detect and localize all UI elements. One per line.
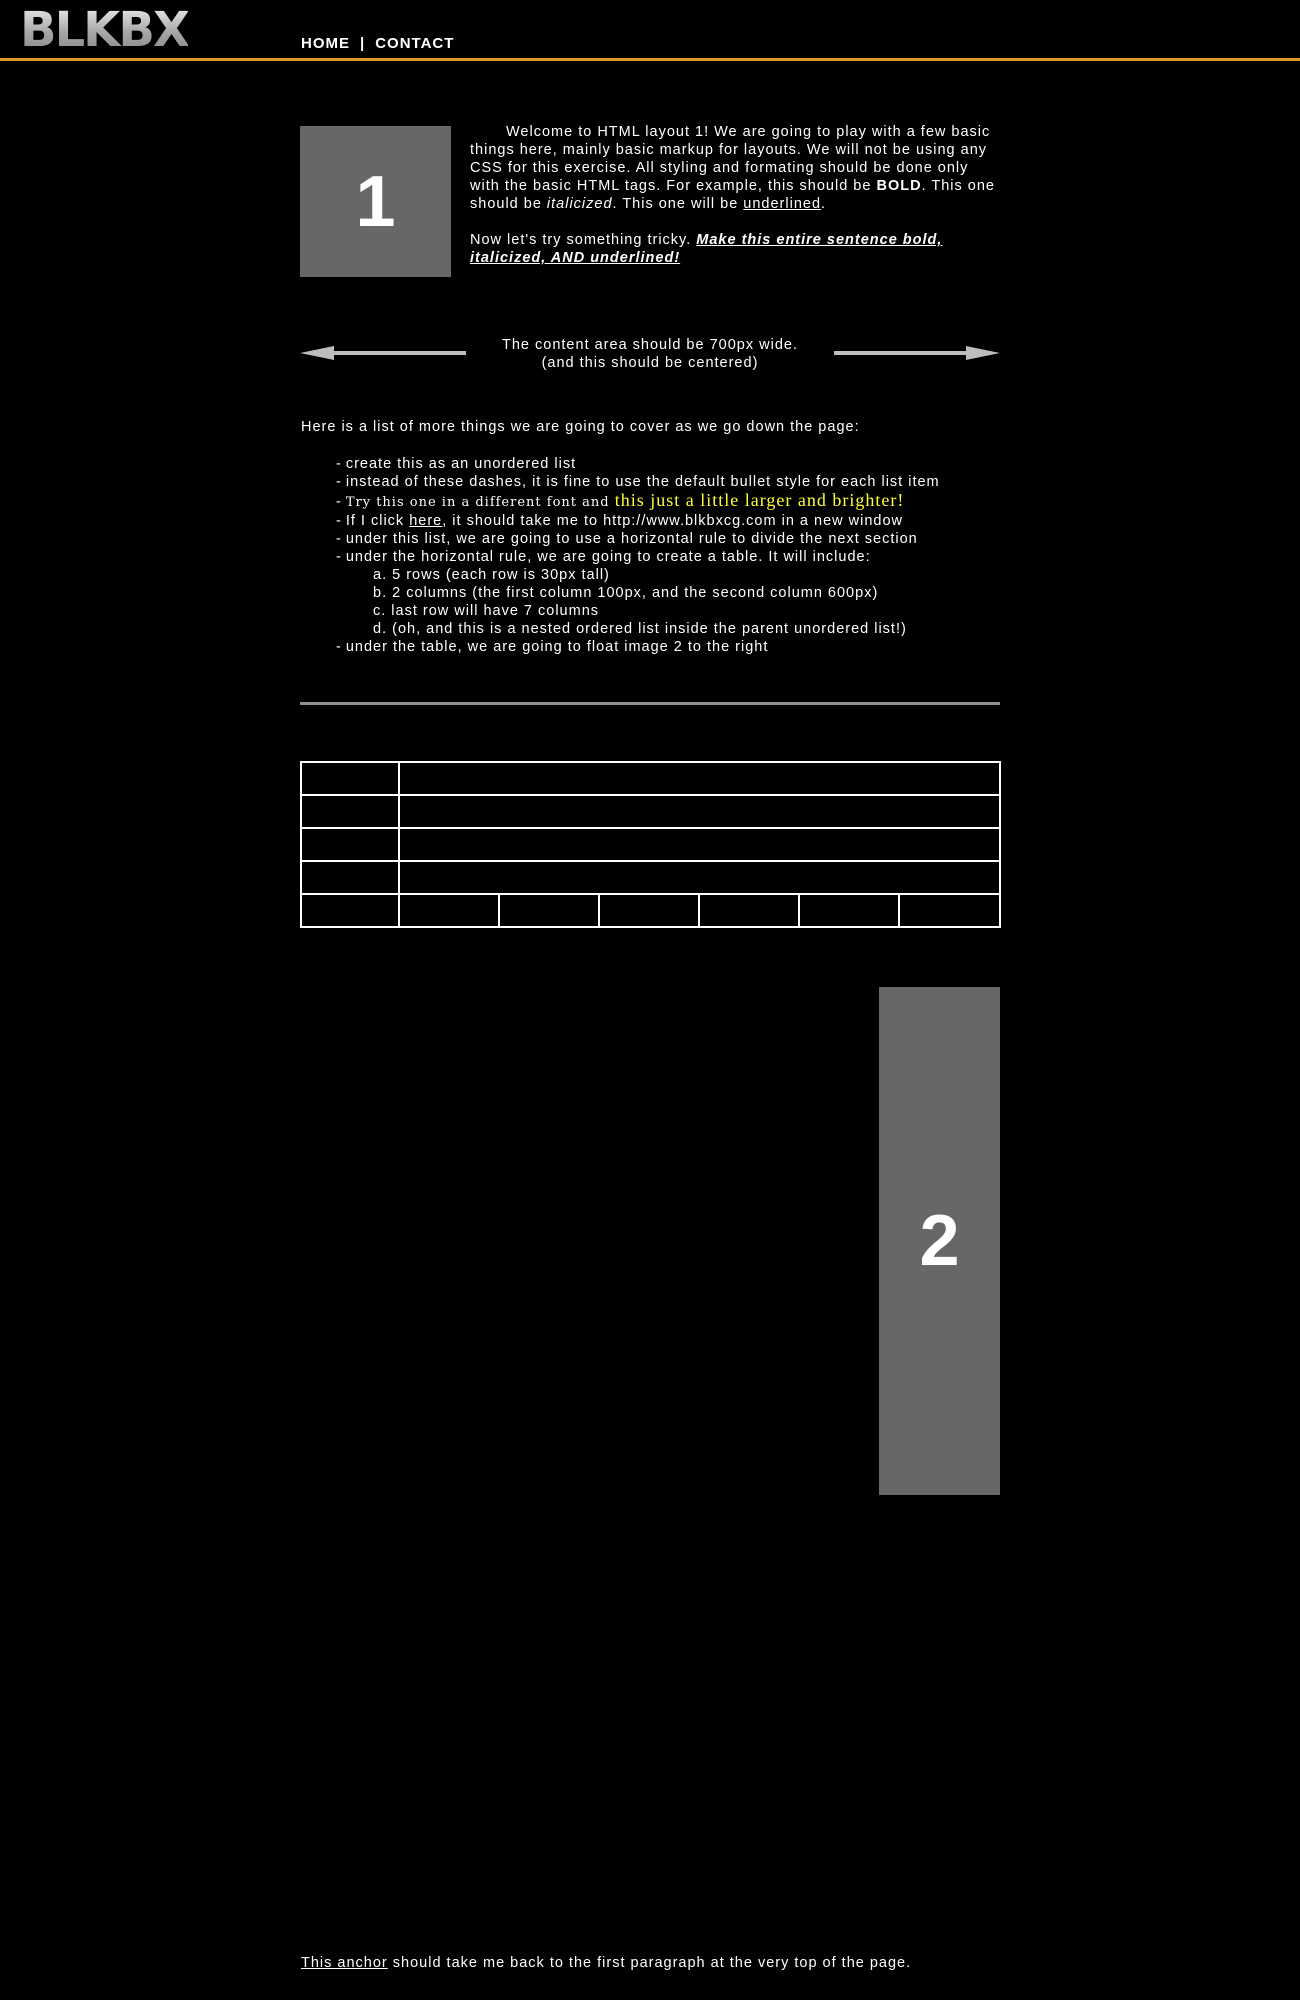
- list-dash: -: [336, 494, 342, 510]
- nested-list-item: d. (oh, and this is a nested ordered lis…: [373, 621, 907, 637]
- table-cell: [300, 761, 400, 796]
- nav-separator: |: [360, 35, 366, 52]
- list-dash: -: [336, 513, 342, 529]
- horizontal-rule: [300, 702, 1000, 705]
- arrow-left-icon: [300, 346, 466, 360]
- list-item: - under the table, we are going to float …: [336, 638, 940, 656]
- table-cell: [598, 893, 700, 928]
- table-cell: [397, 827, 1002, 862]
- list-dash: -: [336, 474, 342, 490]
- image-1-placeholder: 1: [300, 126, 451, 277]
- list-dash: -: [336, 639, 342, 655]
- bold-text: BOLD: [876, 178, 922, 194]
- table-cell: [397, 860, 1002, 895]
- list-item-text: under the table, we are going to float i…: [345, 639, 769, 655]
- top-anchor-link[interactable]: This anchor: [301, 1955, 388, 1971]
- width-note-line-2: (and this should be centered): [541, 355, 759, 371]
- underlined-text: underlined: [743, 196, 822, 212]
- table-cell: [300, 860, 400, 895]
- content-width-note: The content area should be 700px wide. (…: [466, 336, 834, 372]
- list-item: - If I click here, it should take me to h…: [336, 512, 940, 530]
- different-font-text: Try this one in a different font and: [345, 495, 615, 510]
- blkbx-logo[interactable]: BLKBX: [20, 6, 190, 54]
- arrow-right-icon: [834, 346, 1000, 360]
- nested-list-item: c. last row will have 7 columns: [373, 603, 600, 619]
- tricky-paragraph: Now let's try something tricky. Make thi…: [470, 231, 1000, 267]
- tricky-lead: Now let's try something tricky.: [470, 232, 697, 248]
- table-row: [300, 761, 1002, 796]
- table-cell: [398, 893, 500, 928]
- footer-note: This anchor should take me back to the f…: [301, 1955, 911, 1971]
- table-row: [300, 794, 1002, 829]
- list-item: - Try this one in a different font and th…: [336, 491, 940, 512]
- table-cell: [300, 794, 400, 829]
- table-cell: [397, 794, 1002, 829]
- list-item: - create this as an unordered list: [336, 455, 940, 473]
- width-note-line-1: The content area should be 700px wide.: [502, 337, 798, 353]
- list-item: - under this list, we are going to use a …: [336, 530, 940, 548]
- nested-list-item: b. 2 columns (the first column 100px, an…: [373, 585, 879, 601]
- italic-text: italicized: [546, 196, 613, 212]
- table-cell: [300, 827, 400, 862]
- site-header: BLKBX HOME | CONTACT: [0, 0, 1300, 61]
- table-cell: [397, 761, 1002, 796]
- nested-ordered-list: a. 5 rows (each row is 30px tall) b. 2 c…: [336, 566, 940, 638]
- here-link[interactable]: here: [409, 513, 442, 529]
- nav-home-link[interactable]: HOME: [301, 35, 350, 52]
- footer-text: should take me back to the first paragra…: [387, 1955, 912, 1971]
- list-item: - instead of these dashes, it is fine to …: [336, 473, 940, 491]
- list-item-text: , it should take me to http://www.blkbxc…: [442, 513, 903, 529]
- topics-list: - create this as an unordered list - inste…: [336, 455, 940, 656]
- intro-text-4: .: [821, 196, 827, 212]
- table-cell: [897, 893, 1002, 928]
- table-cell: [798, 893, 900, 928]
- nav-contact-link[interactable]: CONTACT: [375, 35, 454, 52]
- list-item-text: If I click: [345, 513, 410, 529]
- table-cell: [300, 893, 400, 928]
- intro-text: Welcome to HTML layout 1! We are going t…: [470, 123, 1000, 267]
- list-item-text: under this list, we are going to use a h…: [345, 531, 918, 547]
- image-2-placeholder: 2: [879, 987, 1000, 1495]
- nested-list-item: a. 5 rows (each row is 30px tall): [373, 567, 610, 583]
- larger-brighter-text: this just a little larger and brighter!: [614, 490, 905, 510]
- top-nav: HOME | CONTACT: [301, 35, 454, 52]
- table-cell: [498, 893, 600, 928]
- intro-text-3: . This one will be: [612, 196, 744, 212]
- table-row: [300, 893, 1002, 928]
- list-item-text: create this as an unordered list: [345, 456, 577, 472]
- list-dash: -: [336, 549, 342, 565]
- list-dash: -: [336, 531, 342, 547]
- intro-paragraph: Welcome to HTML layout 1! We are going t…: [470, 123, 1000, 213]
- table-row: [300, 860, 1002, 895]
- layout-table: [300, 761, 1002, 928]
- list-intro: Here is a list of more things we are goi…: [301, 419, 860, 435]
- list-item: - under the horizontal rule, we are going…: [336, 548, 940, 638]
- table-row: [300, 827, 1002, 862]
- content-width-indicator: The content area should be 700px wide. (…: [300, 336, 1000, 376]
- list-item-text: instead of these dashes, it is fine to u…: [345, 474, 940, 490]
- table-cell: [698, 893, 800, 928]
- list-dash: -: [336, 456, 342, 472]
- list-item-text: under the horizontal rule, we are going …: [345, 549, 871, 565]
